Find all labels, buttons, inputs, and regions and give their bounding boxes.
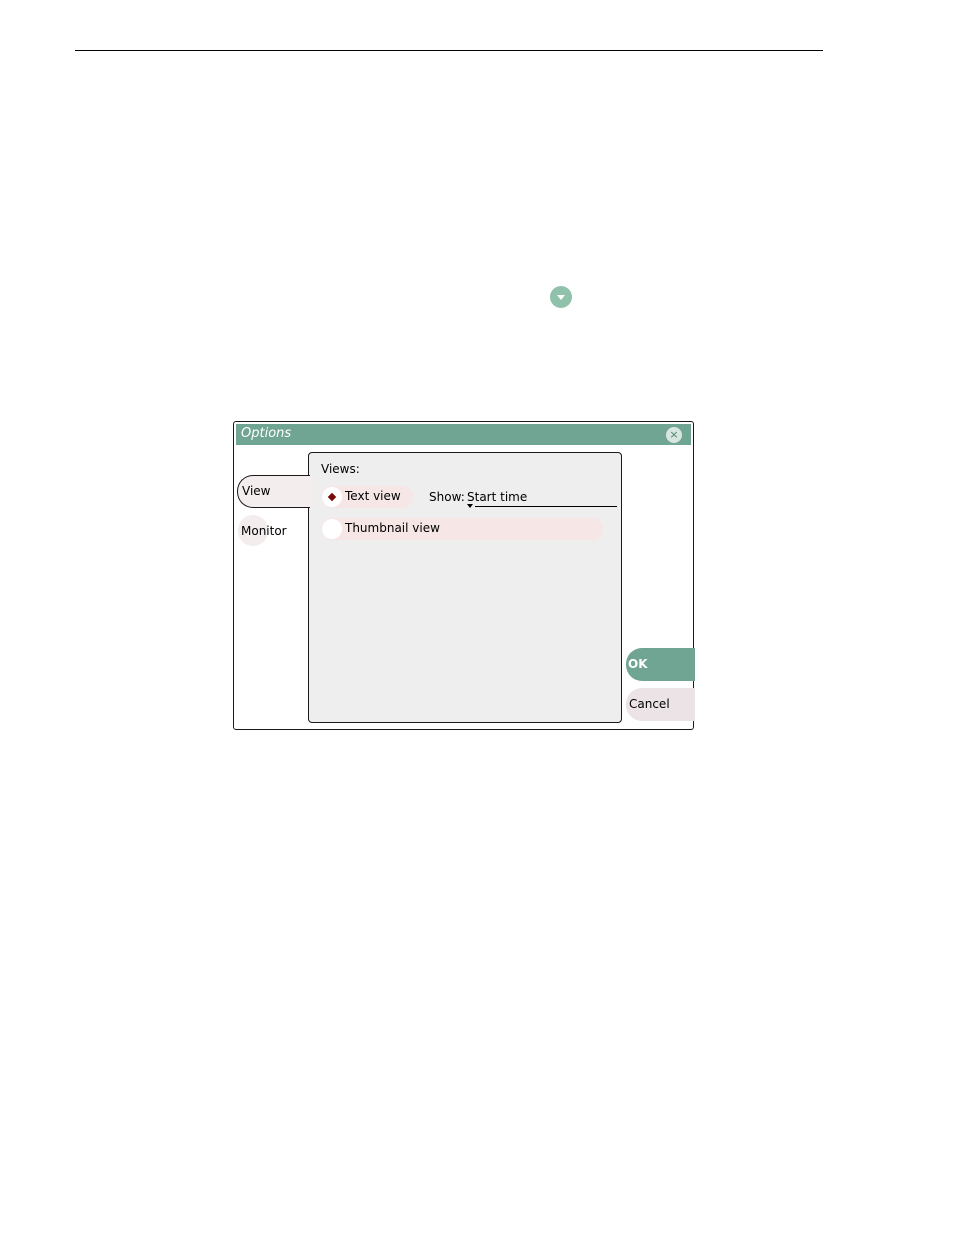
- thumbnail-view-label: Thumbnail view: [345, 521, 440, 535]
- ok-button[interactable]: OK: [626, 648, 695, 681]
- radio-button-unselected[interactable]: [322, 519, 342, 539]
- tab-monitor[interactable]: Monitor: [238, 515, 287, 546]
- page-header-rule: [75, 50, 823, 51]
- tab-view[interactable]: View: [237, 475, 310, 508]
- thumbnail-view-radio[interactable]: Thumbnail view: [321, 518, 603, 540]
- cancel-button[interactable]: Cancel: [626, 688, 695, 721]
- text-view-radio[interactable]: Text view: [321, 486, 413, 508]
- show-dropdown-underline: [475, 506, 617, 507]
- tab-monitor-label: Monitor: [241, 524, 287, 538]
- tab-view-label: View: [242, 484, 271, 498]
- dialog-title: Options: [241, 426, 292, 441]
- views-heading: Views:: [321, 462, 360, 476]
- radio-selected-icon: [327, 492, 337, 502]
- show-dropdown[interactable]: Start time: [467, 490, 527, 504]
- options-dialog: Options × View Monitor Views: Text view …: [233, 421, 695, 730]
- text-view-label: Text view: [345, 489, 401, 503]
- close-icon[interactable]: ×: [666, 427, 682, 443]
- radio-button-selected[interactable]: [322, 487, 342, 507]
- cancel-button-label: Cancel: [629, 697, 670, 711]
- show-label: Show:: [429, 490, 465, 504]
- dialog-titlebar: Options ×: [236, 424, 691, 445]
- dropdown-arrow-icon[interactable]: [467, 504, 473, 508]
- chevron-down-circle-icon[interactable]: [550, 286, 572, 308]
- ok-button-label: OK: [628, 657, 648, 671]
- tab-view-joiner: [308, 476, 312, 507]
- view-options-panel: Views: Text view Show: Start time Thumbn…: [308, 452, 622, 723]
